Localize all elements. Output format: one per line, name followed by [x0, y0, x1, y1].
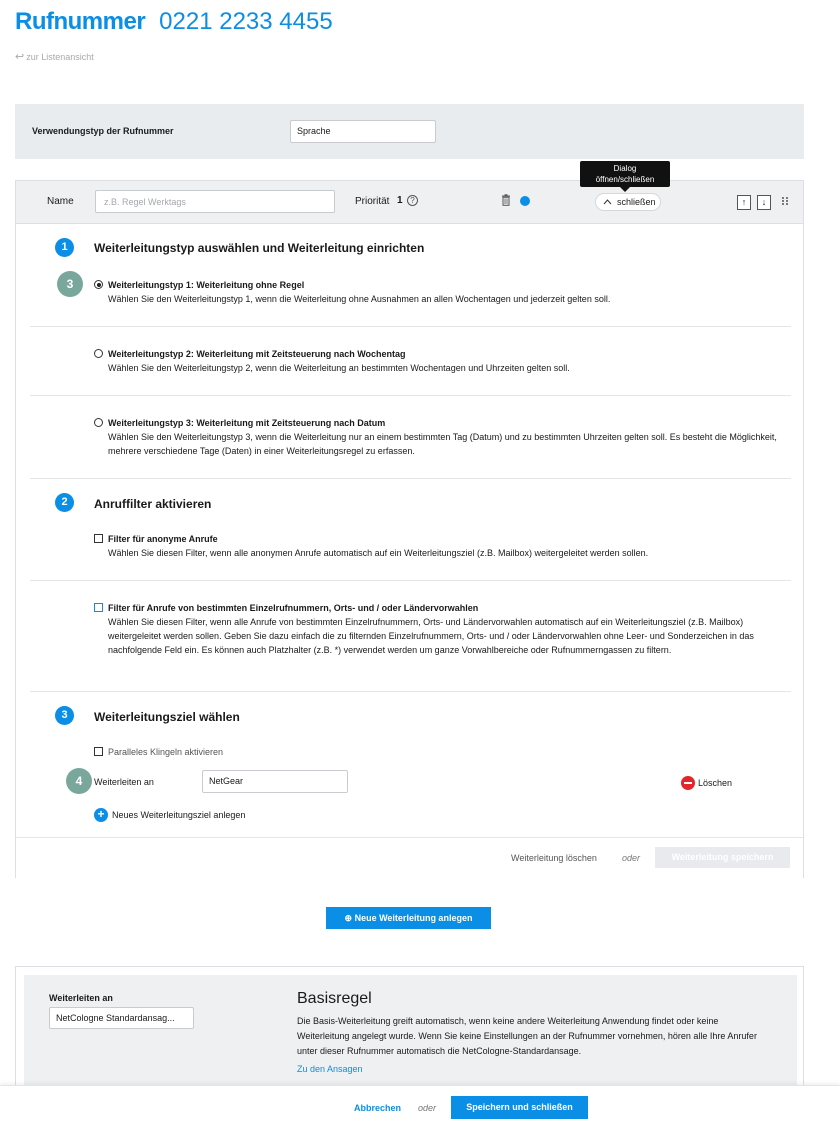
option-desc-type-2: Wählen Sie den Weiterleitungstyp 2, wenn…: [108, 363, 570, 373]
filter-desc-anonymous: Wählen Sie diesen Filter, wenn alle anon…: [108, 548, 649, 558]
option-title-type-1: Weiterleitungstyp 1: Weiterleitung ohne …: [108, 280, 305, 290]
radio-type-1[interactable]: [94, 280, 103, 289]
checkbox-number-filter[interactable]: [94, 603, 103, 612]
collapse-button[interactable]: schließen: [595, 193, 661, 211]
page-title-number: 0221 2233 4455: [159, 8, 333, 35]
filter-title-numbers: Filter für Anrufe von bestimmten Einzelr…: [108, 603, 479, 613]
usage-type-input[interactable]: Sprache: [290, 120, 436, 143]
checkbox-anonymous-filter[interactable]: [94, 534, 103, 543]
save-forwarding-button[interactable]: Weiterleitung speichern: [655, 847, 790, 868]
priority-label: Priorität: [355, 196, 390, 207]
delete-icon[interactable]: [681, 776, 695, 790]
option-title-type-2: Weiterleitungstyp 2: Weiterleitung mit Z…: [108, 349, 406, 359]
usage-type-label: Verwendungstyp der Rufnummer: [32, 126, 174, 136]
radio-type-2[interactable]: [94, 349, 103, 358]
cancel-button[interactable]: Abbrechen: [354, 1103, 401, 1113]
tooltip-line2: öffnen/schließen: [595, 175, 655, 184]
divider: [30, 478, 791, 479]
page-title: Rufnummer 0221 2233 4455: [15, 8, 333, 36]
add-target-button[interactable]: Neues Weiterleitungsziel anlegen: [112, 810, 245, 820]
forward-to-label: Weiterleiten an: [94, 777, 154, 787]
help-icon[interactable]: ?: [407, 195, 418, 206]
base-rule-title: Basisregel: [297, 990, 372, 1007]
announcements-link[interactable]: Zu den Ansagen: [297, 1064, 363, 1074]
checkbox-parallel-ringing[interactable]: [94, 747, 103, 756]
rule-name-input[interactable]: z.B. Regel Werktags: [95, 190, 335, 213]
base-forward-label: Weiterleiten an: [49, 993, 113, 1003]
forward-to-input[interactable]: NetGear: [202, 770, 348, 793]
or-label: oder: [418, 1103, 437, 1113]
or-label: oder: [622, 853, 641, 863]
forwarding-rule-card: Name z.B. Regel Werktags Priorität 1 ? D…: [15, 161, 804, 878]
save-and-close-button[interactable]: Speichern und schließen: [451, 1096, 588, 1119]
chevron-up-icon: [603, 199, 612, 205]
divider: [30, 326, 791, 327]
collapse-label: schließen: [617, 197, 656, 207]
back-link-label: zur Listenansicht: [26, 52, 94, 62]
section-title-call-filter: Anruffilter aktivieren: [94, 497, 212, 511]
filter-desc-numbers: Wählen Sie diesen Filter, wenn alle Anru…: [108, 617, 754, 655]
step-badge-1: 1: [55, 238, 74, 257]
base-rule-text: Die Basis-Weiterleitung greift automatis…: [297, 1016, 757, 1056]
delete-target-button[interactable]: Löschen: [698, 778, 732, 788]
move-down-button[interactable]: ↓: [757, 195, 771, 210]
hint-badge-4: 4: [66, 768, 92, 794]
rule-header: Name z.B. Regel Werktags Priorität 1 ? D…: [16, 161, 803, 224]
move-up-button[interactable]: ↑: [737, 195, 751, 210]
tooltip: Dialog öffnen/schließen: [580, 161, 670, 192]
delete-forwarding-button[interactable]: Weiterleitung löschen: [511, 853, 597, 863]
back-arrow-icon: ↩: [15, 51, 25, 63]
filter-title-anonymous: Filter für anonyme Anrufe: [108, 534, 218, 544]
new-forwarding-button[interactable]: ⊕ Neue Weiterleitung anlegen: [326, 907, 491, 929]
section-title-forwarding-type: Weiterleitungstyp auswählen und Weiterle…: [94, 241, 425, 255]
parallel-ringing-label: Paralleles Klingeln aktivieren: [108, 747, 224, 757]
rule-name-label: Name: [47, 196, 74, 207]
priority-value: 1: [397, 195, 403, 206]
back-to-list-link[interactable]: ↩ zur Listenansicht: [15, 50, 94, 63]
hint-badge-3: 3: [57, 271, 83, 297]
option-desc-type-1: Wählen Sie den Weiterleitungstyp 1, wenn…: [108, 294, 611, 304]
option-title-type-3: Weiterleitungstyp 3: Weiterleitung mit Z…: [108, 418, 386, 428]
divider: [30, 580, 791, 581]
option-desc-type-3: Wählen Sie den Weiterleitungstyp 3, wenn…: [108, 432, 777, 456]
trash-icon[interactable]: [501, 194, 511, 206]
plus-icon[interactable]: +: [94, 808, 108, 822]
status-dot[interactable]: [520, 196, 530, 206]
divider: [30, 691, 791, 692]
section-title-forwarding-target: Weiterleitungsziel wählen: [94, 710, 240, 724]
usage-type-panel: Verwendungstyp der Rufnummer Sprache: [15, 104, 804, 159]
bottom-action-bar: Abbrechen oder Speichern und schließen: [0, 1085, 840, 1127]
step-badge-2: 2: [55, 493, 74, 512]
radio-type-3[interactable]: [94, 418, 103, 427]
page-title-label: Rufnummer: [15, 8, 146, 35]
rule-footer: Weiterleitung löschen oder Weiterleitung…: [16, 837, 803, 878]
tooltip-line1: Dialog: [613, 164, 637, 173]
base-forward-select[interactable]: NetCologne Standardansag...: [49, 1007, 194, 1029]
drag-handle-icon[interactable]: [781, 196, 789, 206]
divider: [30, 395, 791, 396]
step-badge-3: 3: [55, 706, 74, 725]
